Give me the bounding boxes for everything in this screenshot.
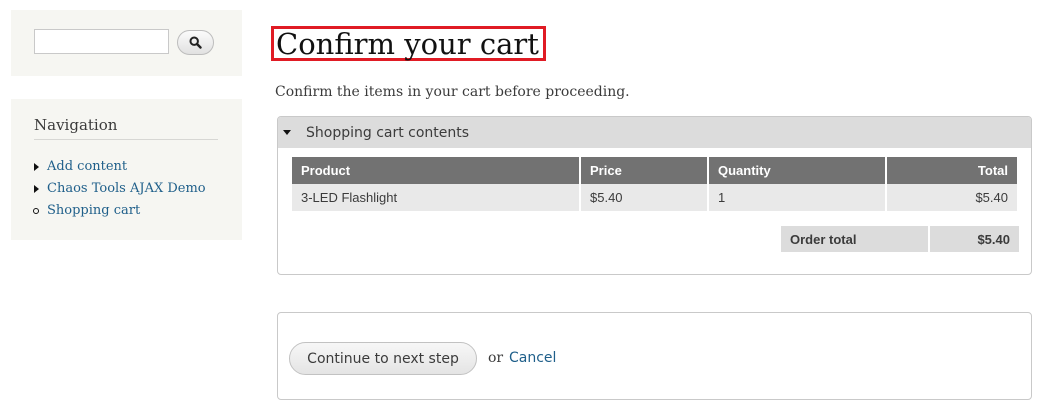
search-icon: [189, 36, 202, 49]
intro-text: Confirm the items in your cart before pr…: [275, 84, 630, 100]
cell-quantity: 1: [709, 184, 885, 211]
circle-bullet-icon: [33, 208, 39, 214]
order-total-value: $5.40: [930, 226, 1019, 252]
search-input[interactable]: [34, 29, 169, 54]
order-total-label: Order total: [781, 226, 928, 252]
cart-table-header-row: Product Price Quantity Total: [292, 157, 1017, 184]
triangle-right-icon: [34, 185, 39, 193]
nav-item-chaos-tools: Chaos Tools AJAX Demo: [32, 178, 206, 200]
page-title: Confirm your cart: [276, 26, 539, 61]
navigation-block: Navigation Add content Chaos Tools AJAX …: [11, 99, 242, 240]
page-title-highlight: Confirm your cart: [271, 26, 546, 61]
header-product: Product: [292, 157, 579, 184]
header-price: Price: [581, 157, 707, 184]
cart-fieldset: Shopping cart contents Product Price Qua…: [277, 116, 1032, 275]
navigation-title: Navigation: [34, 116, 218, 140]
cancel-link[interactable]: Cancel: [509, 350, 556, 366]
nav-link-add-content[interactable]: Add content: [47, 156, 127, 178]
nav-item-shopping-cart: Shopping cart: [32, 200, 206, 222]
search-button[interactable]: [177, 30, 214, 55]
table-row: 3-LED Flashlight $5.40 1 $5.40: [292, 184, 1017, 211]
or-text: or: [488, 350, 504, 366]
continue-button[interactable]: Continue to next step: [289, 342, 477, 375]
cell-product: 3-LED Flashlight: [292, 184, 579, 211]
collapse-toggle-icon: [283, 130, 291, 135]
nav-link-chaos-tools[interactable]: Chaos Tools AJAX Demo: [47, 178, 206, 200]
triangle-right-icon: [34, 163, 39, 171]
header-total: Total: [887, 157, 1017, 184]
cart-table: Product Price Quantity Total 3-LED Flash…: [290, 157, 1019, 211]
nav-link-shopping-cart[interactable]: Shopping cart: [47, 200, 140, 222]
nav-item-add-content: Add content: [32, 156, 206, 178]
cart-fieldset-legend-label: Shopping cart contents: [306, 124, 470, 141]
cell-total: $5.40: [887, 184, 1017, 211]
cell-price: $5.40: [581, 184, 707, 211]
header-quantity: Quantity: [709, 157, 885, 184]
navigation-list: Add content Chaos Tools AJAX Demo Shoppi…: [32, 156, 206, 222]
cart-fieldset-legend[interactable]: Shopping cart contents: [278, 117, 1031, 148]
search-block: [11, 10, 242, 76]
actions-box: Continue to next step or Cancel: [277, 312, 1032, 400]
